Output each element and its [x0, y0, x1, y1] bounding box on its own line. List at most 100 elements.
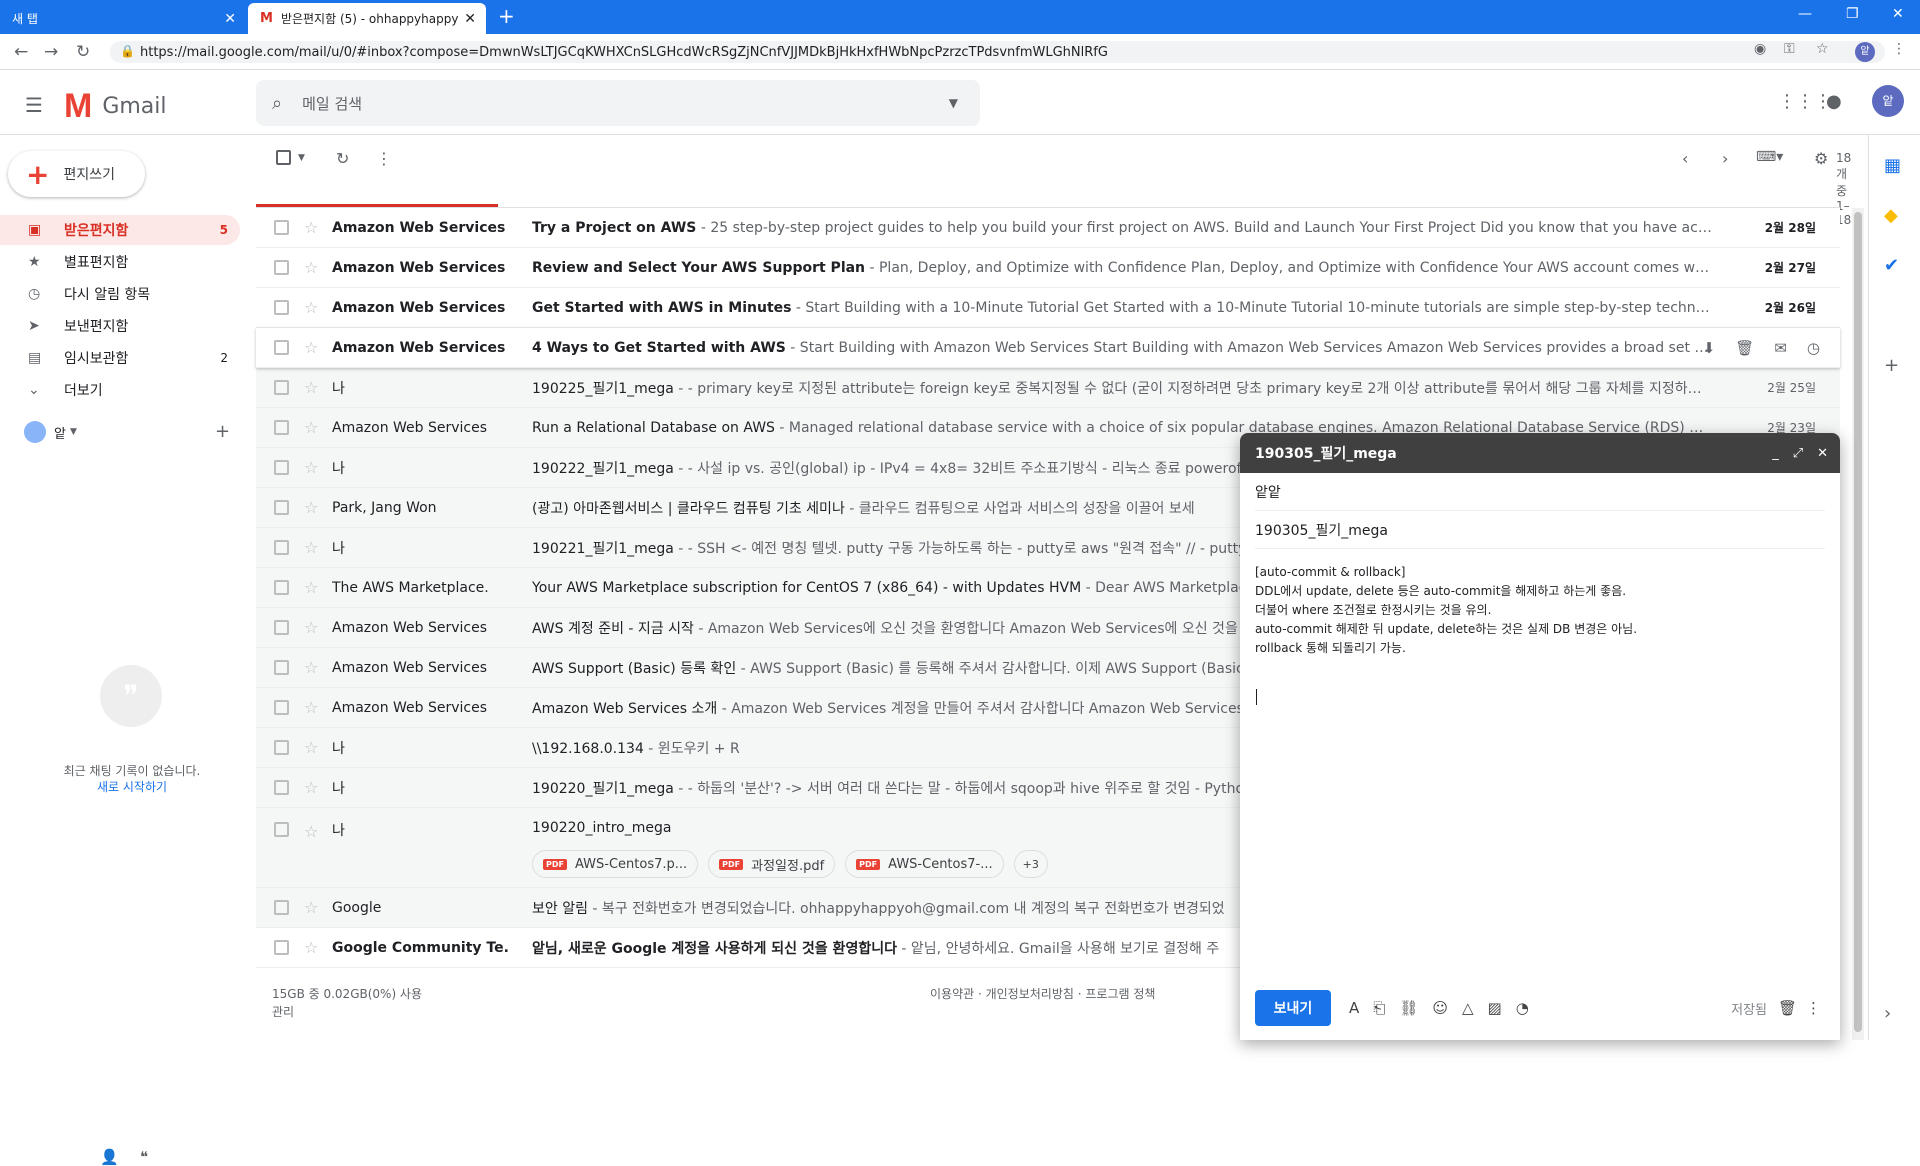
- window-close-icon[interactable]: ✕: [1892, 6, 1904, 22]
- main-menu-icon[interactable]: ☰: [25, 93, 43, 117]
- browser-tab-gmail[interactable]: M 받은편지함 (5) - ohhappyhappy ✕: [248, 3, 486, 34]
- star-icon[interactable]: ☆: [304, 218, 318, 237]
- more-attachments[interactable]: +3: [1013, 850, 1048, 878]
- url-field[interactable]: 🔒 https://mail.google.com/mail/u/0/#inbo…: [110, 41, 1885, 63]
- star-icon[interactable]: ☆: [304, 658, 318, 677]
- table-row[interactable]: ☆ Amazon Web Services 4 Ways to Get Starte…: [256, 328, 1840, 368]
- attachment-chip[interactable]: PDF AWS-Centos7.p...: [532, 850, 699, 878]
- star-icon[interactable]: ☆: [304, 338, 318, 357]
- scrollbar-thumb[interactable]: [1854, 212, 1862, 1032]
- search-options-icon[interactable]: ▼: [949, 96, 958, 110]
- gmail-logo[interactable]: M Gmail: [64, 87, 167, 126]
- footer-links[interactable]: 이용약관 · 개인정보처리방침 · 프로그램 정책: [930, 985, 1155, 1002]
- settings-gear-icon[interactable]: ⚙: [1814, 149, 1828, 168]
- scrollbar[interactable]: [1852, 208, 1864, 1040]
- star-icon[interactable]: ☆: [304, 418, 318, 437]
- star-icon[interactable]: ☆: [304, 458, 318, 477]
- link-icon[interactable]: ⛓: [1399, 999, 1418, 1017]
- star-icon[interactable]: ☆: [304, 898, 318, 917]
- star-icon[interactable]: ☆: [304, 822, 318, 841]
- star-icon[interactable]: ☆: [304, 378, 318, 397]
- search-icon[interactable]: ⌕: [272, 93, 282, 114]
- row-checkbox[interactable]: [274, 780, 289, 795]
- back-icon[interactable]: ←: [14, 42, 28, 62]
- row-checkbox[interactable]: [274, 580, 289, 595]
- forward-icon[interactable]: →: [44, 42, 58, 62]
- apps-grid-icon[interactable]: ⋮⋮⋮: [1778, 91, 1832, 112]
- bookmark-star-icon[interactable]: ☆: [1816, 41, 1829, 57]
- row-checkbox[interactable]: [274, 300, 289, 315]
- row-checkbox[interactable]: [274, 260, 289, 275]
- table-row[interactable]: ☆ Amazon Web Services Get Started with AWS…: [256, 288, 1840, 328]
- row-checkbox[interactable]: [274, 940, 289, 955]
- mark-read-icon[interactable]: ✉: [1774, 339, 1787, 357]
- send-button[interactable]: 보내기: [1255, 990, 1331, 1026]
- start-chat-link[interactable]: 새로 시작하기: [0, 779, 264, 795]
- person-icon[interactable]: 👤: [100, 1148, 119, 1166]
- browser-menu-icon[interactable]: ⋮: [1892, 41, 1906, 57]
- table-row[interactable]: ☆ 나 190225_필기1_mega - - primary key로 지정된 a…: [256, 368, 1840, 408]
- browser-profile-avatar[interactable]: 앝: [1855, 42, 1875, 62]
- table-row[interactable]: ☆ Amazon Web Services Try a Project on AWS…: [256, 208, 1840, 248]
- expand-panel-icon[interactable]: ›: [1884, 1003, 1891, 1024]
- discard-draft-icon[interactable]: 🗑: [1778, 999, 1797, 1017]
- close-icon[interactable]: ✕: [1817, 446, 1828, 461]
- sidebar-item-more[interactable]: ⌄ 더보기: [0, 375, 240, 405]
- row-checkbox[interactable]: [274, 900, 289, 915]
- sidebar-item-snoozed[interactable]: ◷ 다시 알림 항목: [0, 279, 240, 309]
- star-icon[interactable]: ☆: [304, 938, 318, 957]
- compose-button[interactable]: + 편지쓰기: [8, 151, 145, 197]
- search-input[interactable]: 메일 검색: [302, 93, 362, 114]
- select-all-checkbox[interactable]: [276, 150, 291, 165]
- tracking-icon[interactable]: ◉: [1754, 41, 1766, 57]
- minimize-icon[interactable]: _: [1772, 446, 1779, 461]
- calendar-icon[interactable]: ▦: [1884, 155, 1901, 176]
- keep-icon[interactable]: ◆: [1884, 205, 1898, 226]
- star-icon[interactable]: ☆: [304, 698, 318, 717]
- next-page-icon[interactable]: ›: [1722, 149, 1728, 168]
- hangouts-icon[interactable]: ❝: [140, 1148, 148, 1166]
- select-dropdown-icon[interactable]: ▼: [298, 153, 305, 163]
- row-checkbox[interactable]: [274, 822, 289, 837]
- close-icon[interactable]: ✕: [224, 11, 236, 27]
- row-checkbox[interactable]: [274, 620, 289, 635]
- sidebar-item-starred[interactable]: ★ 별표편지함: [0, 247, 240, 277]
- row-checkbox[interactable]: [274, 660, 289, 675]
- sidebar-item-sent[interactable]: ➤ 보낸편지함: [0, 311, 240, 341]
- star-icon[interactable]: ☆: [304, 778, 318, 797]
- compose-header[interactable]: 190305_필기_mega _ ⤢ ✕: [1240, 433, 1840, 473]
- drive-icon[interactable]: △: [1462, 999, 1474, 1017]
- sidebar-item-inbox[interactable]: ▣ 받은편지함 5: [0, 215, 240, 245]
- row-checkbox[interactable]: [274, 420, 289, 435]
- photo-icon[interactable]: ▨: [1488, 999, 1502, 1017]
- more-icon[interactable]: ⋮: [376, 149, 392, 168]
- star-icon[interactable]: ☆: [304, 738, 318, 757]
- keyboard-icon[interactable]: ⌨▾: [1756, 149, 1783, 165]
- search-bar[interactable]: ⌕ 메일 검색 ▼: [256, 80, 980, 126]
- more-options-icon[interactable]: ⋮: [1806, 999, 1821, 1017]
- add-addon-icon[interactable]: +: [1884, 355, 1899, 376]
- delete-icon[interactable]: 🗑: [1735, 339, 1754, 357]
- star-icon[interactable]: ☆: [304, 618, 318, 637]
- confidential-icon[interactable]: ◔: [1516, 999, 1529, 1017]
- sidebar-item-drafts[interactable]: ▤ 임시보관함 2: [0, 343, 240, 373]
- manage-storage-link[interactable]: 관리: [272, 1003, 422, 1021]
- snooze-icon[interactable]: ◷: [1807, 339, 1820, 357]
- prev-page-icon[interactable]: ‹: [1682, 149, 1688, 168]
- notifications-icon[interactable]: ●: [1826, 91, 1842, 112]
- table-row[interactable]: ☆ Amazon Web Services Review and Select Yo…: [256, 248, 1840, 288]
- minimize-icon[interactable]: —: [1798, 6, 1812, 22]
- tasks-icon[interactable]: ✔: [1884, 255, 1899, 276]
- emoji-icon[interactable]: ☺: [1432, 999, 1448, 1017]
- close-icon[interactable]: ✕: [464, 11, 476, 27]
- row-checkbox[interactable]: [274, 500, 289, 515]
- archive-icon[interactable]: ⬇: [1703, 339, 1716, 357]
- compose-body[interactable]: [auto-commit & rollback] DDL에서 update, d…: [1255, 563, 1825, 658]
- attach-icon[interactable]: ⎗: [1373, 999, 1385, 1017]
- star-icon[interactable]: ☆: [304, 498, 318, 517]
- hangouts-user[interactable]: 앝 ▼: [24, 421, 77, 443]
- star-icon[interactable]: ☆: [304, 578, 318, 597]
- star-icon[interactable]: ☆: [304, 538, 318, 557]
- attachment-chip[interactable]: PDF 과정일정.pdf: [708, 850, 836, 878]
- new-tab-button[interactable]: +: [498, 4, 515, 28]
